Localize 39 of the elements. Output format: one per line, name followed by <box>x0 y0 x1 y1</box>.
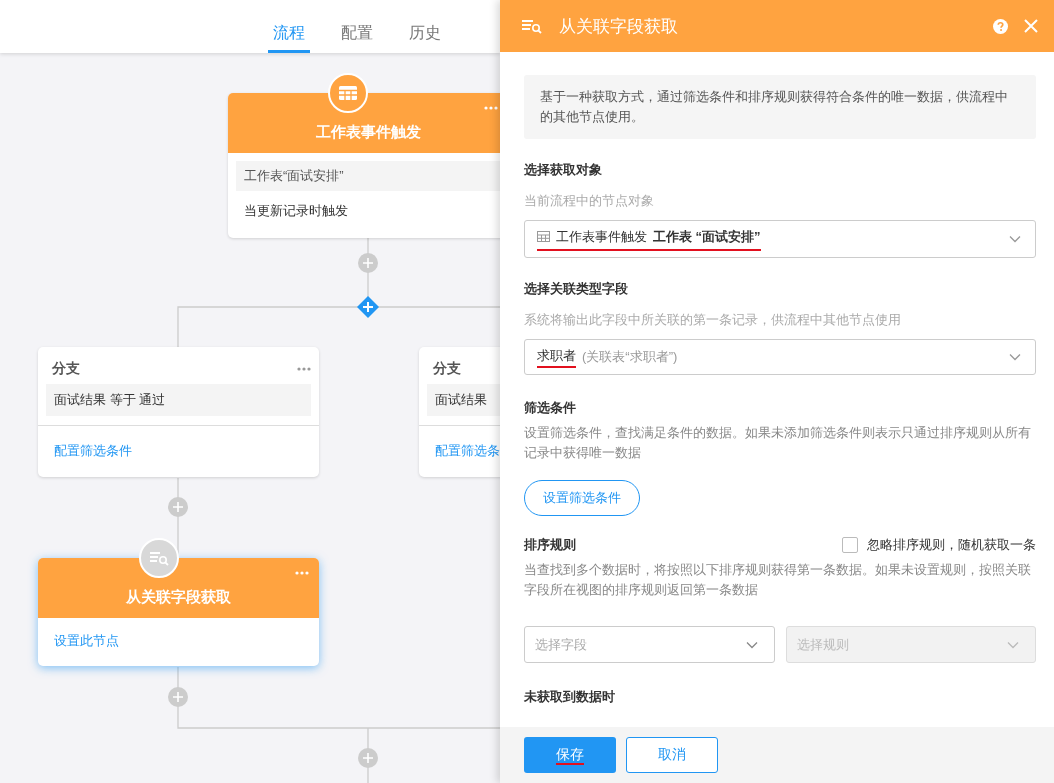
select-placeholder: 选择字段 <box>535 635 587 654</box>
field-value: 求职者 <box>537 346 576 368</box>
cancel-button[interactable]: 取消 <box>626 737 718 773</box>
tab[interactable]: 配置 <box>336 0 378 53</box>
branch-condition: 面试结果 等于 通过 <box>46 384 311 416</box>
section-heading: 排序规则 <box>524 536 576 554</box>
branch-card[interactable]: 分支 面试结果 配置筛选条 <box>419 347 500 477</box>
description-text: 基于一种获取方式，通过筛选条件和排序规则获得符合条件的唯一数据，供流程中的其他节点使用。 <box>540 90 1008 124</box>
save-button[interactable]: 保存 <box>524 737 616 773</box>
node-link[interactable]: 设置此节点 <box>54 633 119 648</box>
section-hint: 当前流程中的节点对象 <box>524 192 655 210</box>
section-heading: 未获取到数据时 <box>524 688 616 706</box>
node-detail: 当更新记录时触发 <box>243 202 349 220</box>
section-heading: 选择关联类型字段 <box>524 280 629 298</box>
flow-node[interactable]: 工作表事件触发 工作表“面试安排” 当更新记录时触发 <box>228 93 500 238</box>
branch-link[interactable]: 配置筛选条件 <box>54 443 132 458</box>
checkbox-label: 忽略排序规则，随机获取一条 <box>867 536 1036 554</box>
flow-node[interactable]: 从关联字段获取 设置此节点 <box>38 558 319 666</box>
branch-condition: 面试结果 <box>427 384 500 416</box>
object-select[interactable]: 工作表事件触发 工作表 “面试安排” <box>524 220 1036 258</box>
branch-card[interactable]: 分支 面试结果 等于 通过 配置筛选条件 <box>38 347 319 477</box>
section-text: 设置筛选条件，查找满足条件的数据。如果未添加筛选条件则表示只通过排序规则从所有记录中获得唯一数据 <box>524 424 1032 462</box>
node-detail: 工作表“面试安排” <box>236 161 500 191</box>
node-title: 从关联字段获取 <box>126 588 231 607</box>
sort-select[interactable]: 选择字段 <box>524 626 775 663</box>
section-heading: 筛选条件 <box>524 399 577 417</box>
branch-title: 分支 <box>433 360 461 378</box>
section-text: 当查找到多个数据时，将按照以下排序规则获得第一条数据。如果未设置规则，按照关联字段所在视图的排序规则返回第一条数据 <box>524 561 1032 599</box>
branch-title: 分支 <box>52 360 80 378</box>
section-heading: 选择获取对象 <box>524 161 603 179</box>
filter-button[interactable]: 设置筛选条件 <box>524 480 640 516</box>
panel-title: 从关联字段获取 <box>559 15 678 38</box>
branch-link[interactable]: 配置筛选条 <box>435 443 500 458</box>
field-select[interactable]: 求职者 (关联表“求职者”) <box>524 339 1036 375</box>
field-detail: (关联表“求职者”) <box>582 348 678 366</box>
tab[interactable]: 历史 <box>404 0 446 53</box>
node-title: 工作表事件触发 <box>315 123 421 142</box>
node-name: 工作表事件触发 <box>556 227 647 246</box>
target-name: 工作表 “面试安排” <box>653 227 761 246</box>
